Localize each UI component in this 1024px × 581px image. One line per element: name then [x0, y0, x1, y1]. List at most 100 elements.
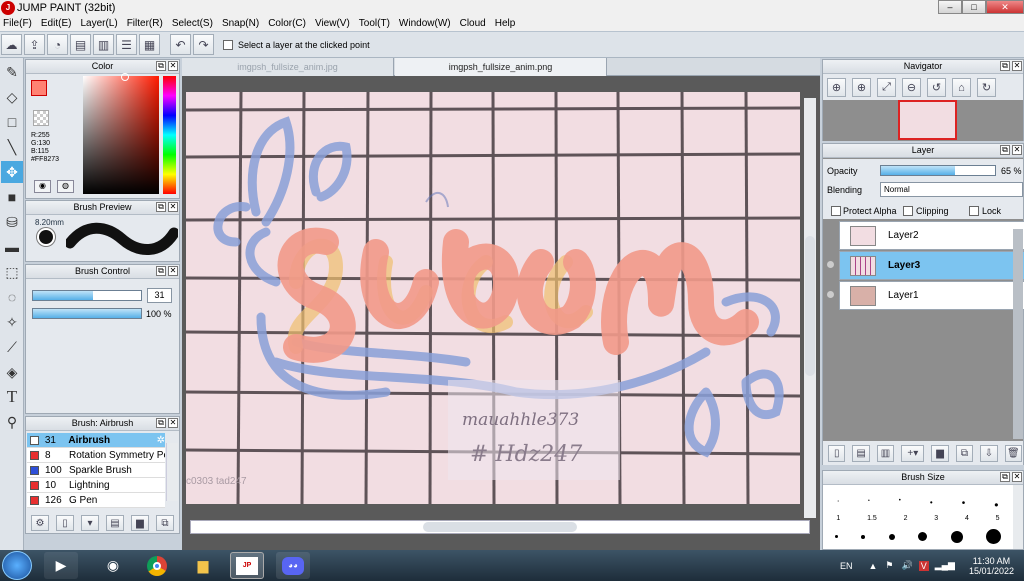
select-layer-checkbox[interactable]: [223, 39, 233, 50]
navigator-view-rect[interactable]: [898, 100, 957, 140]
size-dot[interactable]: •: [838, 498, 839, 512]
menu-window[interactable]: Window(W): [396, 18, 457, 29]
zoom-in-icon[interactable]: ⊕: [852, 78, 871, 97]
brush-list-scrollbar[interactable]: [166, 443, 178, 501]
message-icon[interactable]: ▤: [70, 34, 91, 55]
clock-time[interactable]: 11:30 AM: [973, 556, 1010, 566]
float-icon[interactable]: ⧉: [156, 61, 166, 71]
close-icon[interactable]: ✕: [1012, 61, 1022, 71]
duplicate-layer-icon[interactable]: ⧉: [955, 444, 974, 462]
size-dot[interactable]: •: [868, 498, 870, 512]
text-tool-icon[interactable]: T: [1, 386, 23, 408]
brush-item-rotation-symmetry-pen[interactable]: 8 Rotation Symmetry Pen: [27, 448, 165, 463]
rotate-right-icon[interactable]: ↻: [977, 78, 996, 97]
line-tool-icon[interactable]: ╲: [1, 136, 23, 158]
tray-app-icon[interactable]: V: [918, 560, 929, 571]
brush-opacity-slider[interactable]: [32, 308, 142, 319]
close-icon[interactable]: ✕: [168, 61, 178, 71]
close-icon[interactable]: ✕: [1012, 472, 1022, 482]
language-indicator[interactable]: EN: [840, 561, 853, 571]
layer-row-layer1[interactable]: Layer1: [839, 281, 1024, 310]
tab-png[interactable]: imgpsh_fullsize_anim.png: [395, 58, 607, 76]
navigator-preview[interactable]: [823, 100, 1023, 141]
clipping-checkbox[interactable]: [903, 206, 913, 216]
merge-layer-icon[interactable]: ⇩: [980, 444, 998, 462]
size-dot[interactable]: [861, 534, 866, 539]
start-button[interactable]: [2, 551, 32, 580]
menu-select[interactable]: Select(S): [169, 18, 219, 29]
magic-wand-tool-icon[interactable]: ✧: [1, 311, 23, 333]
delete-layer-icon[interactable]: 🗑: [1004, 444, 1023, 462]
fit-icon[interactable]: ⤢: [877, 78, 896, 97]
protect-alpha-checkbox[interactable]: [831, 206, 841, 216]
close-icon[interactable]: ✕: [168, 418, 178, 428]
layer-list-scrollbar[interactable]: [1013, 229, 1023, 439]
zoom-out-icon[interactable]: ⊖: [902, 78, 921, 97]
new-layer-icon[interactable]: ▯: [828, 444, 846, 462]
close-icon[interactable]: ✕: [168, 266, 178, 276]
brush-item-lightning[interactable]: 10 Lightning: [27, 478, 165, 493]
brush-settings-icon[interactable]: ⚙: [31, 515, 49, 531]
menu-view[interactable]: View(V): [312, 18, 356, 29]
minimize-button[interactable]: –: [938, 0, 962, 14]
layer-doc-icon[interactable]: ▥: [876, 444, 895, 462]
eyedropper-icon[interactable]: ◉: [34, 180, 51, 193]
zoom-icon[interactable]: ⊕: [827, 78, 846, 97]
eraser-tool-icon[interactable]: ◇: [1, 86, 23, 108]
fill-rect-tool-icon[interactable]: ■: [1, 186, 23, 208]
layer-row-layer2[interactable]: Layer2: [839, 221, 1024, 250]
network-icon[interactable]: ▂▄▆: [935, 560, 955, 571]
maximize-button[interactable]: □: [962, 0, 986, 14]
size-dot[interactable]: •: [930, 498, 933, 512]
select-eraser-tool-icon[interactable]: ◈: [1, 361, 23, 383]
app-swirl-icon[interactable]: ◉: [96, 552, 130, 579]
media-player-icon[interactable]: ▶: [44, 552, 78, 579]
cloud-icon[interactable]: ☁: [1, 34, 22, 55]
brush-item-airbrush[interactable]: 31 Airbrush ✲: [27, 433, 165, 448]
float-icon[interactable]: ⧉: [1000, 472, 1010, 482]
tray-up-icon[interactable]: ▲: [868, 561, 877, 571]
float-icon[interactable]: ⧉: [156, 266, 166, 276]
size-dot[interactable]: •: [962, 498, 966, 512]
menu-file[interactable]: File(F): [0, 18, 38, 29]
undo-icon[interactable]: ↶: [170, 34, 191, 55]
tab-jpg[interactable]: imgpsh_fullsize_anim.jpg: [182, 58, 394, 76]
size-dot[interactable]: [986, 529, 1002, 544]
brush-item-g-pen[interactable]: 126 G Pen: [27, 493, 165, 508]
brush-size-value[interactable]: 31: [147, 288, 172, 303]
current-color-swatch[interactable]: [31, 80, 47, 96]
clock-date[interactable]: 15/01/2022: [969, 566, 1014, 576]
gradient-tool-icon[interactable]: ▬: [1, 236, 23, 258]
brush-size-slider[interactable]: [32, 290, 142, 301]
transparent-color-swatch[interactable]: [33, 110, 49, 126]
menu-layer[interactable]: Layer(L): [77, 18, 123, 29]
select-pen-tool-icon[interactable]: ⟋: [1, 336, 23, 358]
share-icon[interactable]: ⇪: [24, 34, 45, 55]
brush-tool-icon[interactable]: ✎: [1, 61, 23, 83]
layer-visibility-icon[interactable]: [827, 261, 834, 268]
float-icon[interactable]: ⧉: [1000, 145, 1010, 155]
palette-icon[interactable]: ◍: [57, 180, 74, 193]
menu-help[interactable]: Help: [492, 18, 522, 29]
volume-icon[interactable]: 🔊: [901, 560, 912, 571]
discord-icon[interactable]: ◕◕: [276, 552, 310, 579]
brush-copy-icon[interactable]: ▤: [106, 515, 124, 531]
menu-snap[interactable]: Snap(N): [219, 18, 265, 29]
eyedropper-tool-icon[interactable]: ⚲: [1, 411, 23, 433]
move-tool-icon[interactable]: ✥: [1, 161, 23, 183]
float-icon[interactable]: ⧉: [156, 202, 166, 212]
menu-filter[interactable]: Filter(R): [124, 18, 169, 29]
chrome-icon[interactable]: [140, 552, 174, 579]
brush-folder-icon[interactable]: ▆: [131, 515, 149, 531]
document-icon[interactable]: ▥: [93, 34, 114, 55]
redo-icon[interactable]: ↷: [193, 34, 214, 55]
gear-icon[interactable]: ✲: [157, 435, 165, 446]
layer-opacity-slider[interactable]: [880, 165, 996, 176]
list-icon[interactable]: ☰: [116, 34, 137, 55]
size-dot[interactable]: [888, 533, 895, 540]
canvas-horizontal-scrollbar[interactable]: [190, 520, 810, 534]
drawing-canvas[interactable]: mauahhle373 # Hdz247 c0303 tad247: [186, 92, 800, 504]
size-dot[interactable]: [834, 535, 838, 538]
close-icon[interactable]: ✕: [1012, 145, 1022, 155]
scroll-thumb[interactable]: [423, 522, 577, 532]
